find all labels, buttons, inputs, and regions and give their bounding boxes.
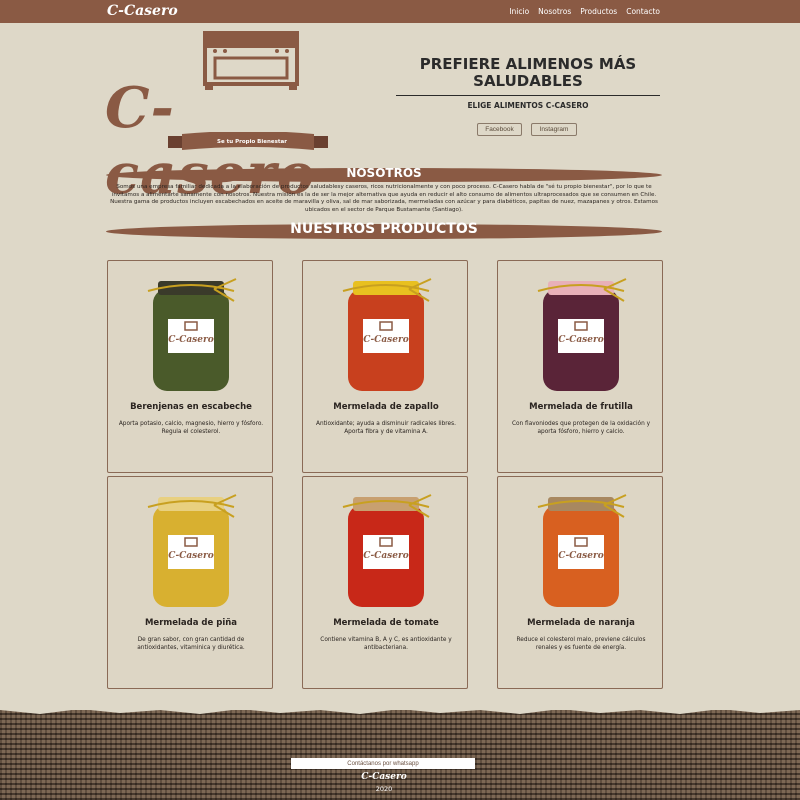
hero-divider (396, 95, 660, 96)
product-name: Mermelada de frutilla (529, 402, 633, 412)
product-jar-image: C-Casero (342, 278, 432, 391)
product-card[interactable]: C-Casero Mermelada de tomate Contiene vita… (302, 476, 468, 689)
product-name: Mermelada de zapallo (333, 402, 439, 412)
product-jar-image: C-Casero (537, 494, 627, 607)
product-name: Mermelada de naranja (527, 618, 635, 628)
nav-links: Inicio Nosotros Productos Contacto (509, 7, 660, 16)
navbar: C-Casero Inicio Nosotros Productos Conta… (0, 0, 800, 23)
nosotros-title: NOSOTROS (346, 166, 422, 180)
logo: C-casero Se tu Propio Bienestar (100, 30, 385, 207)
instagram-button[interactable]: Instagram (531, 123, 577, 136)
nav-link-nosotros[interactable]: Nosotros (538, 7, 571, 16)
torn-edge (0, 710, 800, 714)
svg-text:C-Casero: C-Casero (363, 335, 408, 345)
about-text: Somos una empresa familiar dedicada a la… (110, 184, 658, 213)
product-jar-image: C-Casero (147, 494, 237, 607)
svg-text:C-Casero: C-Casero (363, 551, 408, 561)
nav-link-inicio[interactable]: Inicio (509, 7, 529, 16)
product-description: Contiene vitamina B, A y C, es antioxida… (320, 637, 452, 651)
navbar-brand[interactable]: C-Casero (107, 3, 178, 19)
footer-brand: C-Casero (361, 772, 407, 782)
product-description: Aporta potasio, calcio, magnesio, hierro… (118, 421, 264, 435)
product-description: Antioxidante; ayuda a disminuir radicale… (316, 421, 456, 435)
product-name: Berenjenas en escabeche (130, 402, 252, 412)
hero-title: PREFIERE ALIMENOS MÁS SALUDABLES (419, 55, 637, 90)
logo-tagline: Se tu Propio Bienestar (217, 139, 287, 145)
product-name: Mermelada de tomate (333, 618, 439, 628)
product-card[interactable]: C-Casero Mermelada de zapallo Antioxidante… (302, 260, 468, 473)
product-card[interactable]: C-Casero Berenjenas en escabeche Aporta po… (107, 260, 273, 473)
product-name: Mermelada de piña (144, 618, 238, 628)
productos-title: NUESTROS PRODUCTOS (290, 221, 478, 237)
svg-text:C-Casero: C-Casero (168, 335, 213, 345)
svg-text:C-Casero: C-Casero (168, 551, 213, 561)
product-jar-image: C-Casero (342, 494, 432, 607)
nav-link-contacto[interactable]: Contacto (626, 7, 660, 16)
product-jar-image: C-Casero (537, 278, 627, 391)
product-card[interactable]: C-Casero Mermelada de piña De gran sabor, … (107, 476, 273, 689)
product-description: Reduce el colesterol malo, previene cálc… (516, 637, 646, 651)
whatsapp-button[interactable]: Contáctanos por whatsapp (291, 758, 475, 769)
svg-text:C-Casero: C-Casero (558, 551, 603, 561)
svg-text:C-Casero: C-Casero (558, 335, 603, 345)
product-description: De gran sabor, con gran cantidad de anti… (137, 637, 245, 651)
nav-link-productos[interactable]: Productos (580, 7, 617, 16)
product-description: Con flavoniodes que protegen de la oxida… (511, 421, 651, 435)
product-card[interactable]: C-Casero Mermelada de naranja Reduce el co… (497, 476, 663, 689)
product-card[interactable]: C-Casero Mermelada de frutilla Con flavoni… (497, 260, 663, 473)
hero-subtitle: ELIGE ALIMENTOS C-CASERO (467, 101, 589, 110)
product-jar-image: C-Casero (147, 278, 237, 391)
facebook-button[interactable]: Facebook (477, 123, 522, 136)
footer-year: 2020 (375, 785, 393, 793)
